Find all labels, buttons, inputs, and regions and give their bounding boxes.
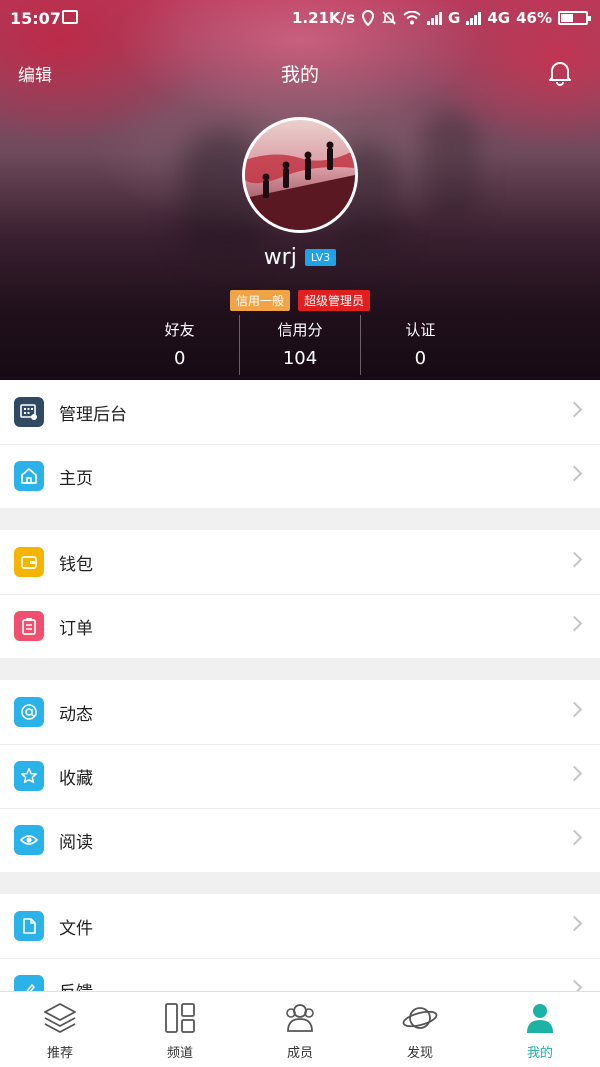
tab-channel[interactable]: 频道	[120, 992, 240, 1067]
avatar-image	[245, 141, 355, 230]
stat-verify[interactable]: 认证 0	[359, 315, 480, 375]
tab-discover[interactable]: 发现	[360, 992, 480, 1067]
eye-icon	[14, 825, 44, 855]
stat-value: 0	[414, 348, 427, 369]
menu-item-label: 文件	[59, 918, 93, 939]
layers-icon	[44, 1003, 76, 1033]
signal-icon	[466, 11, 482, 25]
menu-item-label: 钱包	[59, 554, 93, 575]
person-icon	[527, 1004, 553, 1033]
menu-item-admin[interactable]: 管理后台	[0, 380, 600, 444]
username: wrj	[263, 244, 297, 270]
net-speed: 1.21K/s	[291, 9, 356, 27]
tab-mine[interactable]: 我的	[480, 992, 600, 1067]
menu-item-reading[interactable]: 阅读	[0, 808, 600, 872]
chevron-right-icon	[566, 465, 583, 482]
tab-label: 发现	[406, 1046, 433, 1061]
at-icon	[14, 697, 44, 727]
location-icon	[362, 10, 375, 26]
menu-item-favorites[interactable]: 收藏	[0, 744, 600, 808]
bell-icon[interactable]	[546, 58, 574, 86]
menu-item-orders[interactable]: 订单	[0, 594, 600, 658]
stat-label: 认证	[405, 321, 436, 339]
status-bar: 15:07 1.21K/s G 4G 46%	[0, 0, 600, 36]
screenshot-icon	[62, 10, 78, 24]
menu-item-wallet[interactable]: 钱包	[0, 530, 600, 594]
status-time: 15:07	[10, 9, 61, 28]
dashboard-icon	[14, 397, 44, 427]
menu-item-label: 收藏	[59, 768, 93, 789]
menu-item-home[interactable]: 主页	[0, 444, 600, 508]
stat-label: 信用分	[277, 321, 323, 339]
file-icon	[14, 911, 44, 941]
tab-label: 我的	[526, 1046, 553, 1061]
bottom-tab-bar: 推荐 频道 成员 发现 我的	[0, 991, 600, 1067]
top-bar: 编辑 我的	[0, 50, 600, 94]
stat-value: 0	[173, 348, 186, 369]
menu-group: 动态 收藏 阅读	[0, 680, 600, 872]
battery-percent: 46%	[516, 9, 552, 27]
credit-tag: 信用一般	[229, 290, 290, 311]
chevron-right-icon	[566, 615, 583, 632]
page-title: 我的	[280, 64, 319, 86]
menu-item-label: 主页	[59, 468, 93, 489]
menu-item-label: 阅读	[59, 832, 93, 853]
stat-friends[interactable]: 好友 0	[120, 315, 239, 375]
wifi-icon	[403, 11, 421, 25]
chevron-right-icon	[566, 915, 583, 932]
menu-group: 钱包 订单	[0, 530, 600, 658]
menu-list: 管理后台 主页 钱包 订单 动态 收藏 阅读 文件	[0, 380, 600, 1044]
mute-icon	[382, 11, 396, 25]
menu-item-label: 动态	[59, 704, 93, 725]
chevron-right-icon	[566, 829, 583, 846]
chevron-right-icon	[566, 551, 583, 568]
menu-item-activity[interactable]: 动态	[0, 680, 600, 744]
channel-grid-icon	[165, 1003, 195, 1033]
user-tags: 信用一般 超级管理员	[0, 290, 600, 311]
background-blur	[420, 110, 480, 220]
menu-group: 管理后台 主页	[0, 380, 600, 508]
signal-icon	[427, 11, 443, 25]
chevron-right-icon	[566, 765, 583, 782]
order-icon	[14, 611, 44, 641]
network-type: 4G	[487, 9, 511, 27]
star-icon	[14, 761, 44, 791]
level-badge: LV3	[304, 248, 337, 266]
wallet-icon	[14, 547, 44, 577]
network-type: G	[448, 9, 461, 27]
chevron-right-icon	[566, 401, 583, 418]
tab-recommend[interactable]: 推荐	[0, 992, 120, 1067]
tab-label: 推荐	[46, 1046, 73, 1061]
tab-label: 频道	[166, 1046, 193, 1061]
battery-icon	[558, 11, 591, 25]
avatar[interactable]	[242, 117, 358, 233]
tab-members[interactable]: 成员	[240, 992, 360, 1067]
planet-icon	[402, 1007, 438, 1029]
home-icon	[14, 461, 44, 491]
chevron-right-icon	[566, 701, 583, 718]
menu-item-files[interactable]: 文件	[0, 894, 600, 958]
members-icon	[286, 1004, 314, 1032]
profile-header: 15:07 1.21K/s G 4G 46% 编辑 我的 wrj LV3 信用一…	[0, 0, 600, 380]
stat-value: 104	[282, 348, 318, 369]
tab-label: 成员	[286, 1046, 313, 1061]
menu-item-label: 订单	[59, 618, 93, 639]
stat-credit[interactable]: 信用分 104	[239, 315, 359, 375]
menu-item-label: 管理后台	[59, 404, 127, 425]
admin-tag: 超级管理员	[298, 290, 371, 311]
profile-stats: 好友 0 信用分 104 认证 0	[120, 315, 480, 375]
stat-label: 好友	[164, 321, 195, 339]
